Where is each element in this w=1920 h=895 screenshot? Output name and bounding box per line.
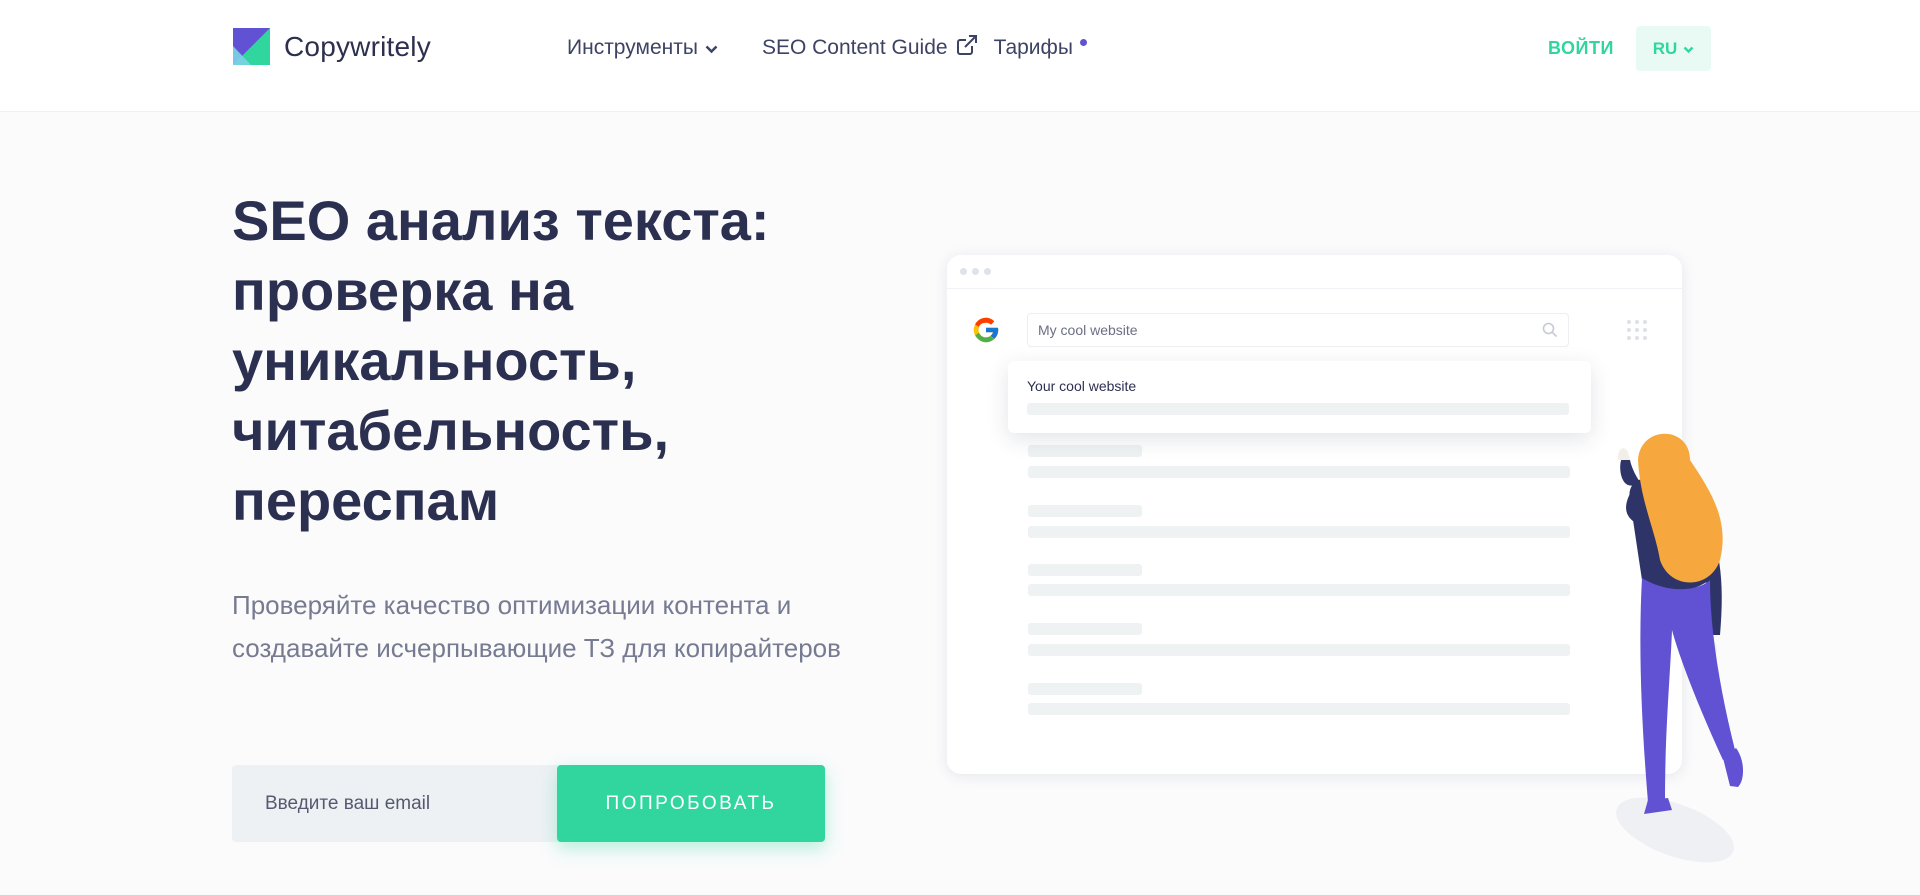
skeleton-line (1028, 683, 1142, 695)
email-input[interactable] (232, 765, 562, 842)
nav-seo-content-guide-label: SEO Content Guide (761, 36, 948, 59)
skeleton-line (1028, 505, 1142, 517)
search-icon (1542, 322, 1558, 343)
hero-title-line: SEO анализ текста: (232, 189, 770, 252)
hero-title-line: читабельность, (232, 399, 670, 462)
logo-mark-icon (233, 28, 270, 65)
apps-grid-icon (1626, 319, 1648, 346)
signup-form: ПОПРОБОВАТЬ (232, 765, 825, 842)
hero-title-line: проверка на (232, 259, 573, 322)
search-query: My cool website (1038, 322, 1138, 338)
skeleton-line (1028, 584, 1570, 596)
new-indicator-dot (1079, 39, 1087, 46)
result-title: Your cool website (1027, 378, 1137, 394)
brand-name: Copywritely (284, 30, 431, 62)
skeleton-line (1028, 445, 1142, 457)
chevron-down-icon (1683, 39, 1694, 59)
skeleton-line (1027, 403, 1569, 415)
language-selector[interactable]: RU (1636, 26, 1711, 71)
hero-subtitle: Проверяйте качество оптимизации контента… (232, 590, 841, 663)
skeleton-line (1028, 466, 1570, 478)
window-dot-icon (984, 268, 991, 275)
nav-pricing-label: Тарифы (993, 36, 1073, 59)
browser-titlebar (947, 255, 1682, 289)
nav-tools[interactable]: Инструменты (567, 36, 718, 60)
google-logo-icon (971, 315, 1001, 350)
skeleton-line (1028, 564, 1142, 576)
try-button[interactable]: ПОПРОБОВАТЬ (557, 765, 825, 842)
external-link-icon (956, 34, 978, 62)
nav-tools-label: Инструменты (567, 36, 698, 59)
chevron-down-icon (705, 36, 718, 60)
search-bar: My cool website (1027, 313, 1569, 347)
highlighted-search-result: Your cool website (1008, 361, 1591, 433)
main-nav: Инструменты SEO Content Guide Тарифы (567, 34, 1117, 62)
language-label: RU (1652, 38, 1678, 58)
skeleton-line (1028, 703, 1570, 715)
hero-title-line: переспам (232, 469, 500, 532)
nav-seo-content-guide[interactable]: SEO Content Guide (762, 34, 978, 62)
hero-title-line: уникальность, (232, 329, 637, 392)
login-link[interactable]: ВОЙТИ (1548, 38, 1614, 59)
skeleton-line (1028, 526, 1570, 538)
skeleton-line (1028, 623, 1142, 635)
hero-title: SEO анализ текста: проверка на уникально… (232, 186, 832, 536)
skeleton-line (1028, 644, 1570, 656)
person-illustration (1560, 430, 1760, 875)
site-header: Copywritely Инструменты SEO Content Guid… (0, 0, 1920, 112)
logo[interactable]: Copywritely (233, 28, 431, 65)
nav-pricing[interactable]: Тарифы (993, 36, 1087, 60)
window-dot-icon (972, 268, 979, 275)
window-dot-icon (960, 268, 967, 275)
